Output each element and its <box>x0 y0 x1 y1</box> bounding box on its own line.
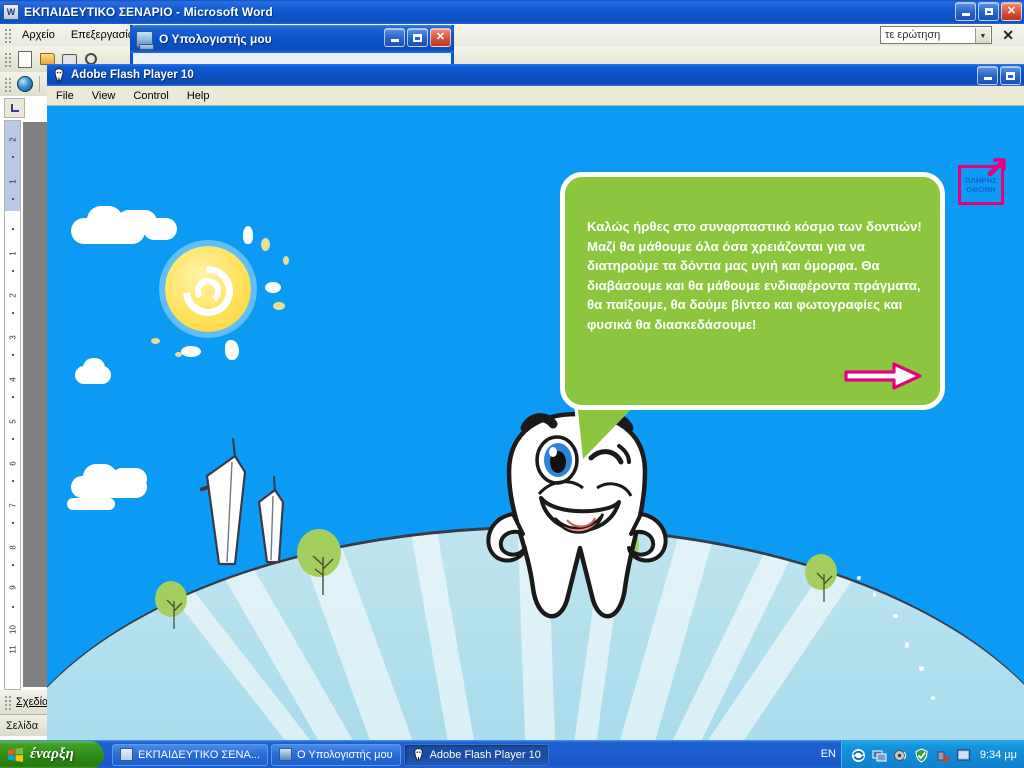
flash-titlebar[interactable]: Adobe Flash Player 10 <box>47 64 1024 86</box>
ruler-number: 4 <box>8 377 18 382</box>
toolbar-grip-2[interactable] <box>3 76 11 92</box>
word-document-icon <box>120 748 133 761</box>
word-close-document-icon[interactable]: ✕ <box>1002 27 1014 44</box>
ruler-number: 5 <box>8 419 18 424</box>
flash-menu-control[interactable]: Control <box>124 89 177 103</box>
chevron-down-icon[interactable]: ▼ <box>975 28 990 43</box>
usb-eject-icon[interactable] <box>935 747 951 763</box>
my-computer-title-text: Ο Υπολογιστής μου <box>159 32 272 46</box>
menubar-grip[interactable] <box>3 27 11 43</box>
web-globe-icon[interactable] <box>15 74 35 94</box>
my-computer-window-buttons: ✕ <box>384 28 451 47</box>
drawing-menu-label[interactable]: Σχεδία <box>14 696 48 708</box>
flash-player-window: Adobe Flash Player 10 File View Control … <box>47 64 1024 740</box>
my-computer-icon <box>279 748 293 761</box>
flash-player-tooth-icon <box>412 748 425 761</box>
flash-menu-view[interactable]: View <box>83 89 125 103</box>
word-page-area <box>23 122 47 687</box>
flash-maximize-button[interactable] <box>1000 66 1021 85</box>
fullscreen-expand-arrow-icon[interactable] <box>986 156 1008 178</box>
toolbar-divider <box>39 76 40 92</box>
word-document-icon: W <box>3 4 19 20</box>
flash-menubar: File View Control Help <box>47 86 1024 106</box>
word-vertical-ruler: 2 1 1 2 3 4 5 6 7 8 9 10 11 <box>4 120 21 690</box>
ruler-number: 2 <box>8 293 18 298</box>
taskbar-clock[interactable]: 9:34 μμ <box>980 749 1017 761</box>
taskbar-item-my-computer[interactable]: Ο Υπολογιστής μου <box>271 743 401 766</box>
taskbar: έναρξη ΕΚΠΑΙΔΕΥΤΙΚΟ ΣΕΝΑ... Ο Υπολογιστή… <box>0 740 1024 768</box>
windows-flag-icon <box>7 746 24 763</box>
ruler-number: 2 <box>8 137 18 142</box>
new-document-icon[interactable] <box>15 49 35 69</box>
ruler-number: 7 <box>8 503 18 508</box>
flash-stage: Καλώς ήρθες στο συναρπαστικό κόσμο των δ… <box>47 106 1024 740</box>
taskbar-item-label: Ο Υπολογιστής μου <box>297 748 393 761</box>
ruler-number: 9 <box>8 585 18 590</box>
start-button[interactable]: έναρξη <box>0 740 104 768</box>
language-indicator[interactable]: EN <box>821 748 836 760</box>
ruler-number: 11 <box>8 645 18 654</box>
word-status-page-label: Σελίδα <box>6 719 39 732</box>
start-button-label: έναρξη <box>30 746 74 762</box>
word-restore-button[interactable] <box>978 2 999 21</box>
ruler-number: 3 <box>8 335 18 340</box>
my-computer-titlebar[interactable]: Ο Υπολογιστής μου ✕ <box>130 25 454 53</box>
flash-title-text: Adobe Flash Player 10 <box>71 69 194 81</box>
taskbar-item-label: Adobe Flash Player 10 <box>429 748 541 761</box>
taskbar-buttons: ΕΚΠΑΙΔΕΥΤΙΚΟ ΣΕΝΑ... Ο Υπολογιστής μου A… <box>112 743 549 766</box>
monitor-icon[interactable] <box>956 747 972 763</box>
display-icon[interactable] <box>872 747 888 763</box>
toolbar-grip-1[interactable] <box>3 51 11 67</box>
system-tray: 9:34 μμ <box>840 741 1024 768</box>
speech-bubble-text: Καλώς ήρθες στο συναρπαστικό κόσμο των δ… <box>587 219 922 332</box>
taskbar-item-label: ΕΚΠΑΙΔΕΥΤΙΚΟ ΣΕΝΑ... <box>138 748 261 761</box>
security-shield-icon[interactable] <box>914 747 930 763</box>
word-titlebar[interactable]: W ΕΚΠΑΙΔΕΥΤΙΚΟ ΣΕΝΑΡΙΟ - Microsoft Word … <box>0 0 1024 24</box>
taskbar-item-word[interactable]: ΕΚΠΑΙΔΕΥΤΙΚΟ ΣΕΝΑ... <box>112 743 269 766</box>
ruler-number: 8 <box>8 545 18 550</box>
word-menu-file[interactable]: Αρχείο <box>14 27 63 43</box>
ruler-number: 10 <box>8 625 18 634</box>
taskbar-item-flash-player[interactable]: Adobe Flash Player 10 <box>403 743 549 766</box>
ruler-number: 1 <box>8 179 18 184</box>
word-close-button[interactable]: ✕ <box>1001 2 1022 21</box>
volume-icon[interactable] <box>893 747 909 763</box>
word-window-buttons: ✕ <box>955 2 1022 21</box>
my-computer-icon <box>136 30 154 50</box>
flash-minimize-button[interactable] <box>977 66 998 85</box>
drawing-toolbar-grip[interactable] <box>3 694 11 710</box>
next-arrow-icon[interactable] <box>844 361 922 391</box>
my-computer-minimize-button[interactable] <box>384 28 405 47</box>
word-ask-question-value: τε ερώτηση <box>885 29 941 41</box>
my-computer-close-button[interactable]: ✕ <box>430 28 451 47</box>
word-tab-selector[interactable] <box>4 98 25 118</box>
flash-player-tooth-icon <box>52 68 66 82</box>
word-title-text: ΕΚΠΑΙΔΕΥΤΙΚΟ ΣΕΝΑΡΙΟ - Microsoft Word <box>24 5 273 19</box>
flash-menu-help[interactable]: Help <box>178 89 219 103</box>
word-minimize-button[interactable] <box>955 2 976 21</box>
speech-bubble: Καλώς ήρθες στο συναρπαστικό κόσμο των δ… <box>560 172 945 410</box>
fullscreen-label-line2: ΟΘΟΝΗ <box>966 185 996 194</box>
ruler-number: 6 <box>8 461 18 466</box>
word-ask-question-box[interactable]: τε ερώτηση ▼ <box>880 26 992 44</box>
flash-window-buttons <box>977 66 1021 85</box>
network-sync-icon[interactable] <box>851 747 867 763</box>
flash-menu-file[interactable]: File <box>47 89 83 103</box>
ruler-number: 1 <box>8 251 18 256</box>
my-computer-maximize-button[interactable] <box>407 28 428 47</box>
